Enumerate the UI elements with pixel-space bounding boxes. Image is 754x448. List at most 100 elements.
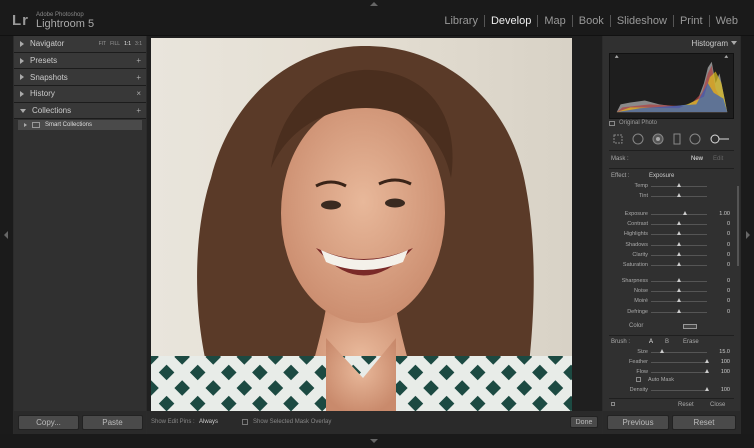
slider-defringe: Defringe 0 bbox=[609, 307, 734, 317]
slider-thumb[interactable] bbox=[676, 251, 681, 256]
slider-thumb[interactable] bbox=[683, 211, 688, 215]
collapse-bottom-icon[interactable] bbox=[370, 439, 378, 443]
collapse-right-icon[interactable] bbox=[746, 231, 750, 239]
collections-label: Collections bbox=[32, 106, 72, 116]
paste-button[interactable]: Paste bbox=[82, 415, 143, 430]
collapse-top-icon[interactable] bbox=[370, 2, 378, 6]
slider-value[interactable]: 0 bbox=[727, 278, 730, 284]
module-slideshow[interactable]: Slideshow bbox=[609, 15, 673, 27]
red-eye-icon[interactable] bbox=[652, 133, 664, 145]
panel-scrollbar[interactable] bbox=[737, 186, 739, 266]
effect-select[interactable]: Exposure bbox=[649, 173, 674, 179]
slider-value[interactable]: 0 bbox=[727, 298, 730, 304]
slider-value[interactable]: 1.00 bbox=[719, 211, 730, 217]
add-snapshot-button[interactable]: + bbox=[136, 73, 141, 82]
color-swatch[interactable] bbox=[683, 324, 697, 329]
navigator-header[interactable]: Navigator FIT FILL 1:1 3:1 bbox=[14, 36, 146, 53]
snapshots-header[interactable]: Snapshots + bbox=[14, 69, 146, 87]
crop-icon[interactable] bbox=[613, 134, 623, 144]
collapse-left-icon[interactable] bbox=[4, 231, 8, 239]
slider-thumb[interactable] bbox=[676, 183, 681, 187]
add-preset-button[interactable]: + bbox=[136, 56, 141, 65]
slider-sharpness: Sharpness 0 bbox=[609, 276, 734, 286]
slider-thumb[interactable] bbox=[676, 241, 681, 246]
slider-value[interactable]: 0 bbox=[727, 252, 730, 258]
slider-thumb[interactable] bbox=[704, 359, 709, 364]
smart-collections-item[interactable]: Smart Collections bbox=[18, 120, 142, 131]
spot-removal-icon[interactable] bbox=[632, 133, 644, 145]
graduated-filter-icon[interactable] bbox=[673, 133, 681, 145]
mask-overlay-checkbox[interactable] bbox=[242, 419, 248, 425]
slider-track[interactable] bbox=[651, 362, 707, 364]
brush-erase-button[interactable]: Erase bbox=[683, 339, 699, 345]
module-map[interactable]: Map bbox=[537, 15, 571, 27]
mask-edit-button[interactable]: Edit bbox=[713, 156, 723, 162]
slider-contrast: Contrast 0 bbox=[609, 219, 734, 229]
slider-value[interactable]: 100 bbox=[721, 359, 730, 365]
highlight-clip-icon[interactable] bbox=[724, 54, 729, 58]
copy-button[interactable]: Copy... bbox=[18, 415, 79, 430]
slider-thumb[interactable] bbox=[676, 278, 681, 282]
brush-reset-button[interactable]: Reset bbox=[678, 402, 694, 408]
auto-mask-checkbox[interactable] bbox=[636, 377, 641, 382]
slider-track[interactable] bbox=[651, 390, 707, 391]
slider-value[interactable]: 0 bbox=[727, 221, 730, 227]
zoom-option[interactable]: 1:1 bbox=[124, 41, 131, 47]
slider-thumb[interactable] bbox=[676, 298, 681, 303]
zoom-option[interactable]: FILL bbox=[110, 41, 120, 47]
presets-header[interactable]: Presets + bbox=[14, 52, 146, 70]
slider-thumb[interactable] bbox=[676, 221, 681, 226]
slider-clarity: Clarity 0 bbox=[609, 250, 734, 260]
module-library[interactable]: Library bbox=[438, 15, 484, 27]
slider-thumb[interactable] bbox=[659, 349, 664, 353]
original-photo-checkbox[interactable] bbox=[609, 120, 615, 126]
photo-canvas[interactable] bbox=[147, 36, 602, 411]
slider-track[interactable] bbox=[651, 214, 707, 215]
slider-thumb[interactable] bbox=[676, 261, 681, 266]
slider-track[interactable] bbox=[651, 372, 707, 374]
slider-value[interactable]: 100 bbox=[721, 387, 730, 393]
slider-thumb[interactable] bbox=[676, 231, 681, 236]
module-print[interactable]: Print bbox=[672, 15, 709, 27]
slider-value[interactable]: 0 bbox=[727, 309, 730, 315]
divider bbox=[609, 168, 734, 169]
mask-new-button[interactable]: New bbox=[691, 156, 703, 162]
effect-label: Effect : bbox=[611, 173, 630, 179]
module-web[interactable]: Web bbox=[708, 15, 744, 27]
clear-history-button[interactable]: × bbox=[136, 89, 141, 98]
slider-label: Highlights bbox=[623, 231, 648, 238]
slider-noise: Noise 0 bbox=[609, 286, 734, 296]
slider-value[interactable]: 15.0 bbox=[719, 349, 730, 355]
original-photo-toggle[interactable]: Original Photo bbox=[609, 120, 657, 126]
history-header[interactable]: History × bbox=[14, 86, 146, 103]
slider-exposure: Exposure 1.00 bbox=[609, 209, 734, 219]
module-book[interactable]: Book bbox=[571, 15, 610, 27]
reset-button[interactable]: Reset bbox=[672, 415, 736, 430]
slider-value[interactable]: 0 bbox=[727, 288, 730, 294]
adjustment-brush-icon[interactable] bbox=[710, 134, 730, 144]
brush-a-button[interactable]: A bbox=[649, 339, 653, 345]
slider-value[interactable]: 100 bbox=[721, 369, 730, 375]
slider-value[interactable]: 0 bbox=[727, 242, 730, 248]
zoom-option[interactable]: 3:1 bbox=[135, 41, 142, 47]
brush-b-button[interactable]: B bbox=[665, 339, 669, 345]
radial-filter-icon[interactable] bbox=[689, 133, 701, 145]
edit-pins-select[interactable]: Always bbox=[199, 419, 218, 425]
done-button[interactable]: Done bbox=[570, 416, 598, 428]
slider-value[interactable]: 0 bbox=[727, 262, 730, 268]
slider-value[interactable]: 0 bbox=[727, 231, 730, 237]
slider-thumb[interactable] bbox=[704, 369, 709, 374]
slider-thumb[interactable] bbox=[704, 387, 709, 391]
add-collection-button[interactable]: + bbox=[136, 106, 141, 115]
brush-close-button[interactable]: Close bbox=[710, 402, 725, 408]
zoom-option[interactable]: FIT bbox=[99, 41, 107, 47]
collections-header[interactable]: Collections + bbox=[14, 102, 146, 120]
panel-switch-icon[interactable] bbox=[611, 402, 615, 406]
slider-thumb[interactable] bbox=[676, 308, 681, 313]
module-develop[interactable]: Develop bbox=[483, 15, 537, 27]
shadow-clip-icon[interactable] bbox=[614, 54, 619, 58]
previous-button[interactable]: Previous bbox=[607, 415, 669, 430]
slider-thumb[interactable] bbox=[676, 193, 681, 198]
histogram-header[interactable]: Histogram bbox=[603, 36, 740, 51]
slider-thumb[interactable] bbox=[676, 288, 681, 293]
